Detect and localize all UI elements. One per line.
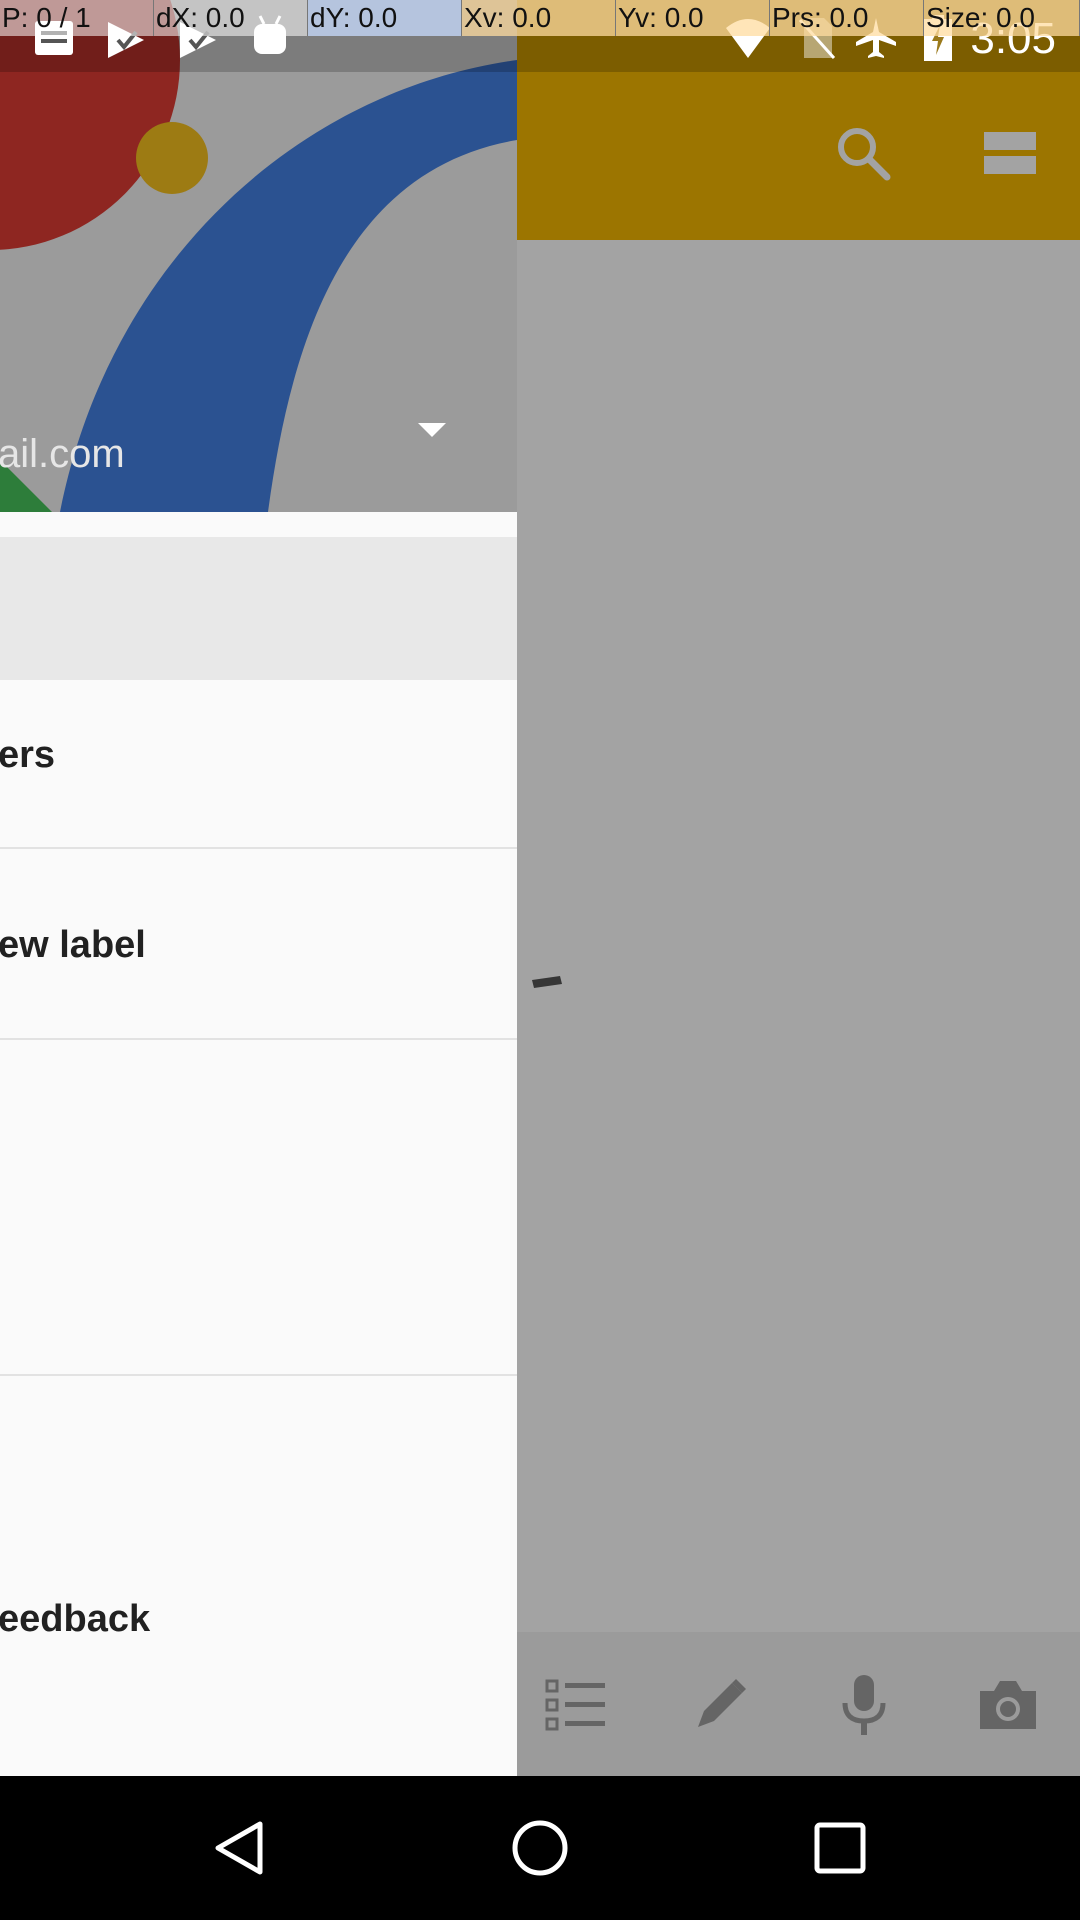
- debug-pointer: P: 0 / 1: [0, 0, 154, 36]
- recents-icon[interactable]: [790, 1798, 890, 1898]
- drawer-item-selected[interactable]: [0, 537, 517, 680]
- drawer-item-settings[interactable]: :: [0, 1418, 517, 1528]
- drawer-item-create-label[interactable]: ew label: [0, 890, 517, 1000]
- drawer-item-feedback[interactable]: eedback: [0, 1564, 517, 1674]
- screen: ail.com ers ew label : eedback: [0, 0, 1080, 1920]
- divider: [0, 1038, 517, 1040]
- divider: [0, 1374, 517, 1376]
- account-header: ail.com: [0, 0, 517, 512]
- drawer-item-label: :: [0, 1452, 3, 1495]
- drawer-item-label: ers: [0, 734, 56, 776]
- debug-xv: Xv: 0.0: [462, 0, 616, 36]
- navigation-drawer: ail.com ers ew label : eedback: [0, 0, 517, 1776]
- pointer-debug-overlay: P: 0 / 1 dX: 0.0 dY: 0.0 Xv: 0.0 Yv: 0.0…: [0, 0, 1080, 36]
- drawer-item-label: ew label: [0, 924, 146, 966]
- debug-prs: Prs: 0.0: [770, 0, 924, 36]
- divider: [0, 847, 517, 849]
- debug-dx: dX: 0.0: [154, 0, 308, 36]
- account-email[interactable]: ail.com: [0, 432, 125, 477]
- debug-size: Size: 0.0: [924, 0, 1080, 36]
- home-icon[interactable]: [490, 1798, 590, 1898]
- debug-dy: dY: 0.0: [308, 0, 462, 36]
- drawer-item-reminders[interactable]: ers: [0, 700, 517, 810]
- navigation-bar: [0, 1776, 1080, 1920]
- debug-yv: Yv: 0.0: [616, 0, 770, 36]
- account-dropdown-icon[interactable]: [412, 410, 452, 450]
- drawer-item-label: eedback: [0, 1598, 151, 1640]
- back-icon[interactable]: [190, 1798, 290, 1898]
- drawer-item-empty[interactable]: [0, 1060, 517, 1360]
